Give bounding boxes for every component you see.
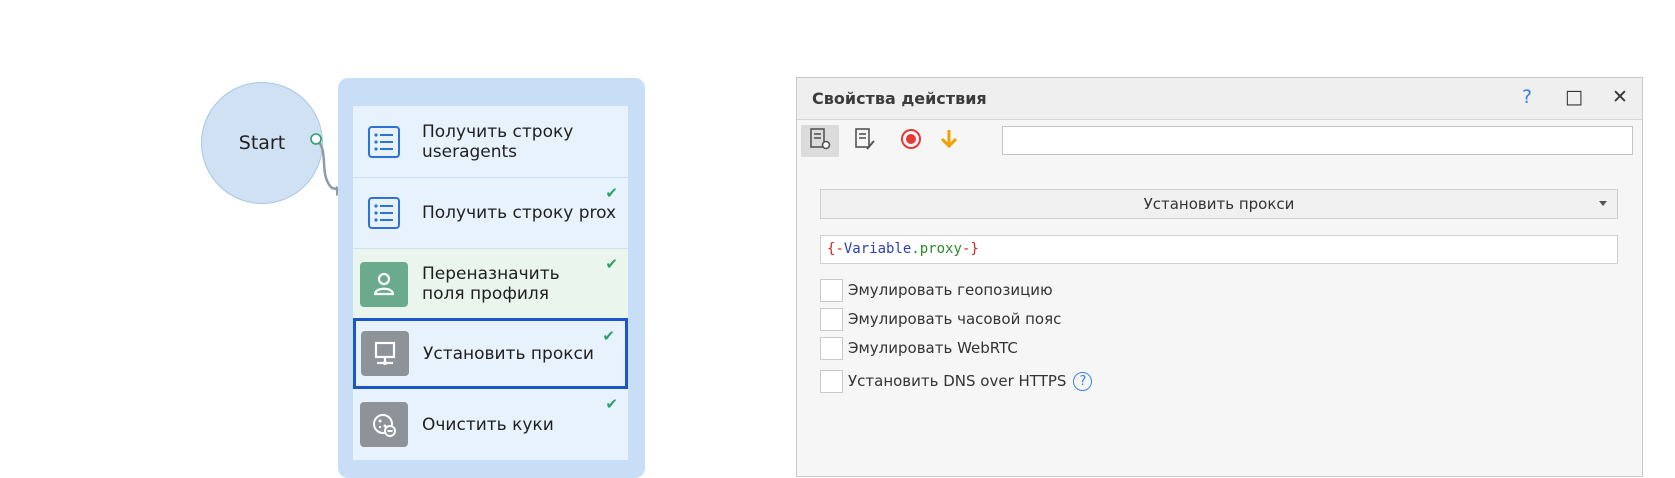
question-icon[interactable]: ?	[1073, 371, 1093, 391]
checkbox[interactable]	[820, 369, 843, 393]
settings-view-button[interactable]	[801, 125, 839, 157]
checkbox[interactable]	[820, 336, 843, 360]
action-get-line-prox[interactable]: Получить строку prox ✔	[353, 177, 628, 248]
action-set-proxy[interactable]: Установить прокси ✔	[353, 318, 628, 389]
action-label: Установить прокси	[423, 343, 594, 364]
dns-over-https-option[interactable]: Установить DNS over HTTPS ?	[820, 369, 1093, 393]
action-clear-cookies[interactable]: Очистить куки ✔	[353, 389, 628, 460]
checkbox-label: Эмулировать часовой пояс	[848, 310, 1062, 328]
check-icon: ✔	[605, 395, 618, 413]
action-type-select[interactable]: Установить прокси	[820, 189, 1618, 219]
edit-view-button[interactable]	[846, 125, 884, 157]
maximize-button[interactable]: □	[1562, 86, 1586, 108]
action-properties-panel: Свойства действия ? □ ✕ Установить прокс…	[796, 77, 1643, 477]
action-get-line-useragents[interactable]: Получить строку useragents	[353, 106, 628, 177]
arrow-down-icon	[938, 128, 960, 154]
checkbox-label: Эмулировать геопозицию	[848, 281, 1053, 299]
document-gear-icon	[808, 127, 832, 155]
proxy-variable-field[interactable]: {-Variable.proxy-}	[820, 235, 1618, 264]
checkbox[interactable]	[820, 307, 843, 331]
record-icon	[900, 128, 922, 154]
panel-titlebar: Свойства действия ? □ ✕	[797, 78, 1642, 120]
check-icon: ✔	[605, 255, 618, 273]
run-to-here-button[interactable]	[930, 125, 968, 157]
var-dot: .	[911, 241, 920, 257]
checkbox-label: Эмулировать WebRTC	[848, 339, 1018, 357]
list-icon	[360, 119, 408, 164]
var-close: -}	[961, 241, 979, 257]
output-port[interactable]	[310, 133, 322, 145]
emulate-webrtc-option[interactable]: Эмулировать WebRTC	[820, 336, 1018, 360]
user-icon	[360, 261, 408, 307]
action-label: Переназначить поля профиля	[422, 264, 560, 304]
action-label: Получить строку prox	[422, 203, 617, 223]
select-value: Установить прокси	[1143, 195, 1295, 213]
var-name: Variable	[843, 241, 912, 257]
document-edit-icon	[853, 127, 877, 155]
action-label: Получить строку useragents	[422, 121, 574, 162]
panel-toolbar	[797, 120, 1642, 162]
record-button[interactable]	[892, 125, 930, 157]
action-label: Очистить куки	[422, 414, 554, 435]
var-prop: proxy	[919, 241, 962, 257]
check-icon: ✔	[605, 184, 618, 202]
toolbar-input[interactable]	[1002, 126, 1633, 155]
monitor-network-icon	[361, 331, 409, 376]
list-icon	[360, 190, 408, 236]
cookie-icon	[360, 402, 408, 447]
emulate-geolocation-option[interactable]: Эмулировать геопозицию	[820, 278, 1053, 302]
var-open: {-	[827, 241, 844, 257]
checkbox[interactable]	[820, 278, 843, 302]
help-button[interactable]: ?	[1515, 86, 1539, 108]
checkbox-label: Установить DNS over HTTPS	[848, 372, 1067, 390]
close-button[interactable]: ✕	[1608, 86, 1632, 108]
action-reassign-profile[interactable]: Переназначить поля профиля ✔	[353, 248, 628, 319]
check-icon: ✔	[602, 327, 615, 345]
emulate-timezone-option[interactable]: Эмулировать часовой пояс	[820, 307, 1061, 331]
panel-title: Свойства действия	[812, 89, 987, 108]
chevron-down-icon	[1599, 201, 1607, 206]
connection-line[interactable]	[0, 0, 360, 200]
